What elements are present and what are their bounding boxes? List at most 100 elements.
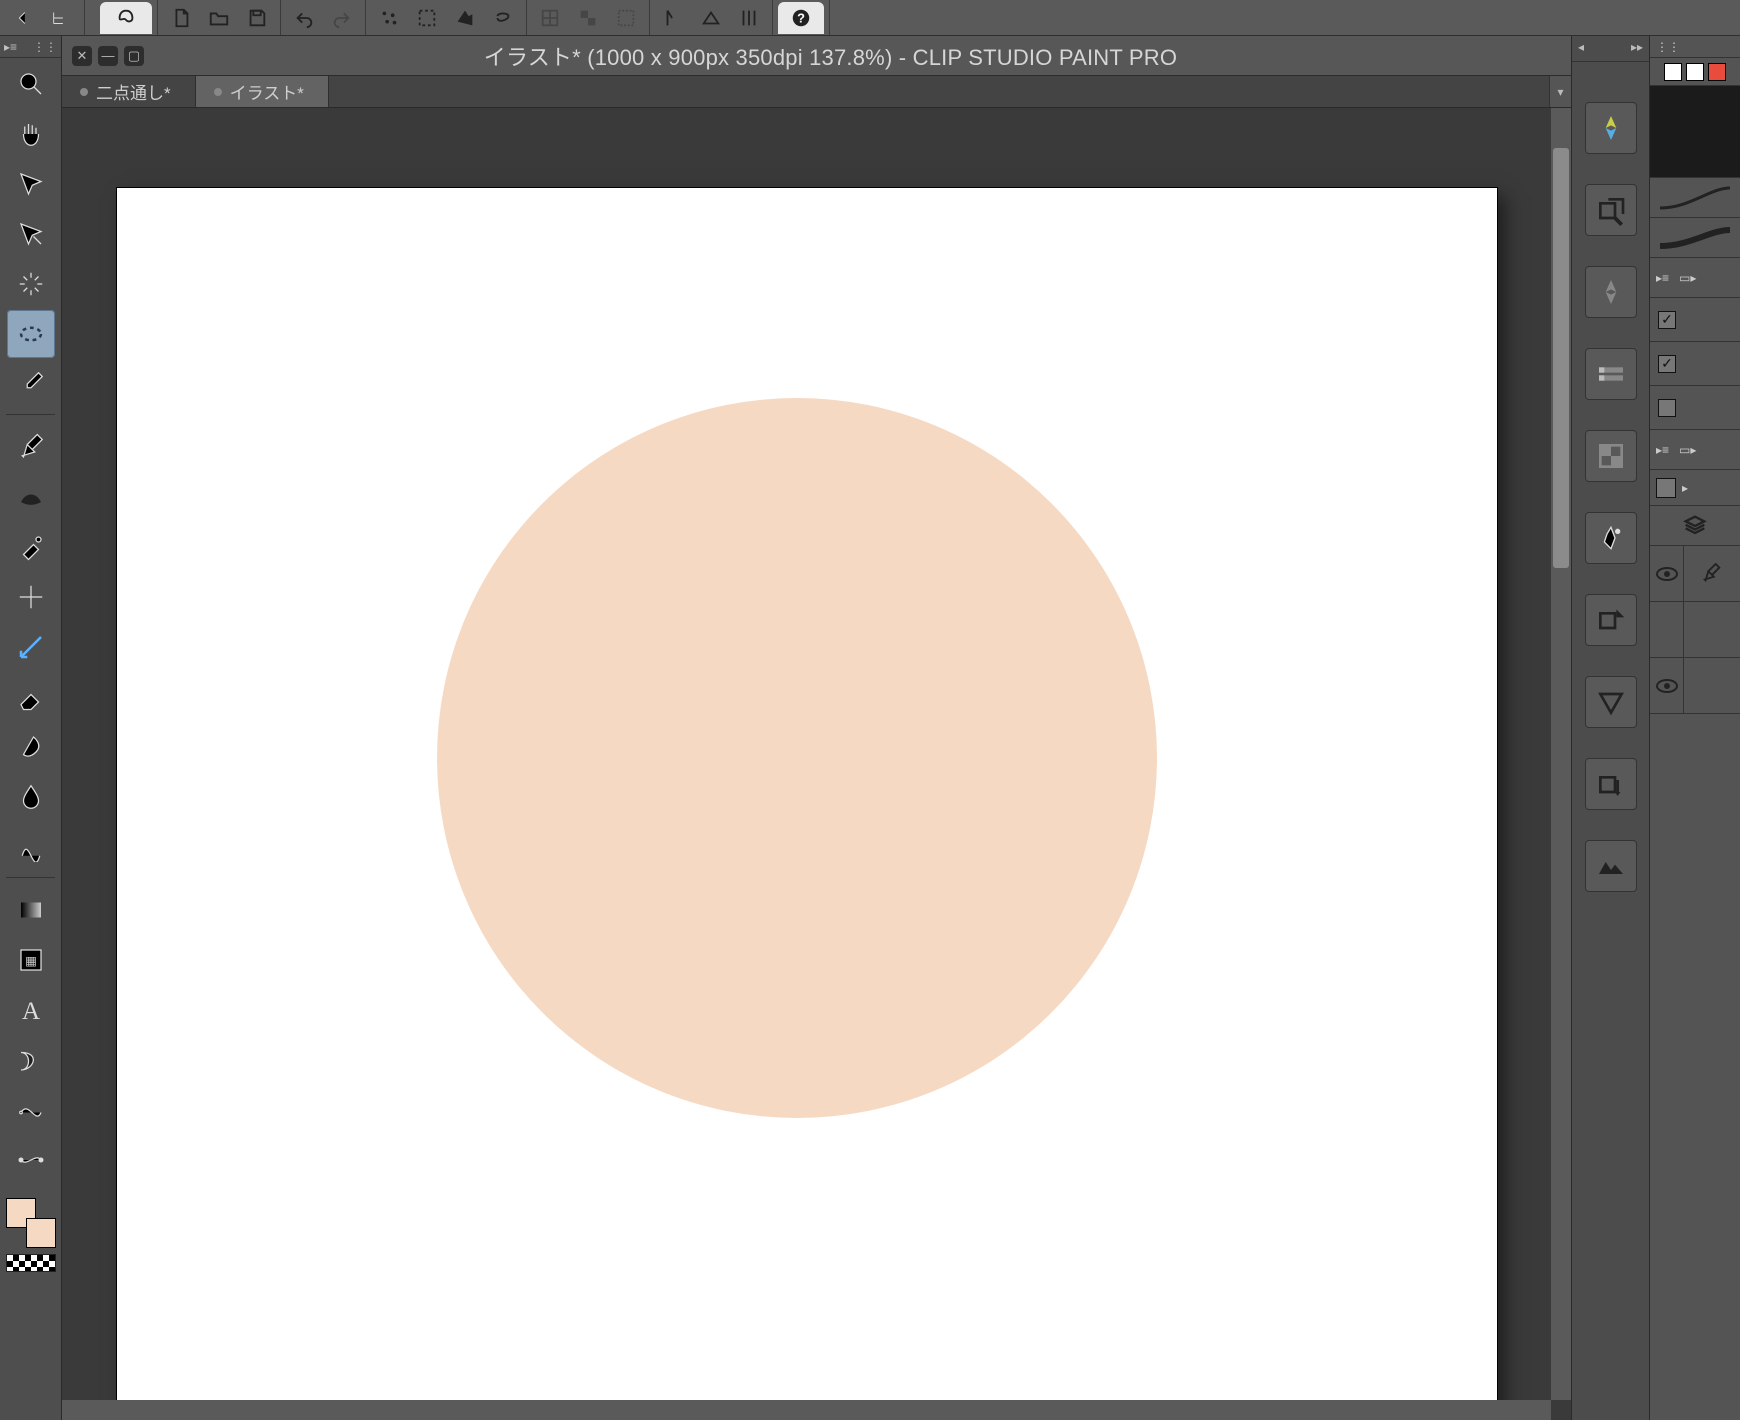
- brush-size-curve[interactable]: [1650, 178, 1740, 218]
- tool-pen[interactable]: [7, 423, 55, 471]
- canvas-viewport[interactable]: [62, 108, 1571, 1420]
- help-button[interactable]: ?: [778, 2, 824, 34]
- layer-row[interactable]: [1650, 546, 1740, 602]
- select-lasso-icon[interactable]: [485, 2, 521, 34]
- grid-icon[interactable]: [532, 2, 568, 34]
- panel-drag-icon[interactable]: ⋮⋮: [33, 40, 57, 54]
- item-bank-panel-button[interactable]: [1585, 266, 1637, 318]
- tool-move-layer[interactable]: [7, 210, 55, 258]
- tool-correct-line[interactable]: [7, 823, 55, 871]
- auto-action-panel-button[interactable]: [1585, 348, 1637, 400]
- vertical-scrollbar[interactable]: [1551, 108, 1571, 1400]
- tone-curve-panel-button[interactable]: [1585, 676, 1637, 728]
- history-panel-button[interactable]: [1585, 430, 1637, 482]
- tab-overflow-icon[interactable]: ▾: [1549, 76, 1571, 107]
- window-minimize-icon[interactable]: —: [98, 46, 118, 66]
- eye-icon[interactable]: [1656, 567, 1678, 581]
- layer-thumb-icon: [1656, 478, 1676, 498]
- tool-blend[interactable]: [7, 723, 55, 771]
- transparent-chip[interactable]: [6, 1254, 56, 1272]
- layer-header[interactable]: ▸: [1650, 470, 1740, 506]
- panel-menu-icon[interactable]: ▸≡ ▭▸: [1650, 258, 1740, 298]
- eye-icon[interactable]: [1656, 679, 1678, 693]
- open-file-button[interactable]: [201, 2, 237, 34]
- option-check-1[interactable]: ✓: [1650, 342, 1740, 386]
- snap-perspective-icon[interactable]: [693, 2, 729, 34]
- tool-airbrush[interactable]: [7, 523, 55, 571]
- redo-button[interactable]: [324, 2, 360, 34]
- tool-dot-saki[interactable]: [7, 1136, 55, 1184]
- expand-right-icon[interactable]: ▸▸: [1631, 40, 1643, 61]
- tool-gradient[interactable]: [7, 886, 55, 934]
- document-area: ✕ — ▢ イラスト* (1000 x 900px 350dpi 137.8%)…: [62, 36, 1571, 1420]
- svg-text:A: A: [21, 998, 39, 1025]
- collapse-right-icon[interactable]: ◂: [1578, 40, 1584, 61]
- snap-grid-icon[interactable]: [731, 2, 767, 34]
- tab-label: 二点通し*: [96, 79, 171, 104]
- color-chips[interactable]: [6, 1198, 56, 1248]
- tool-blur[interactable]: [7, 773, 55, 821]
- sub-view-panel-button[interactable]: [1585, 184, 1637, 236]
- right-shelf: ◂ ▸▸: [1571, 36, 1740, 1420]
- select-scatter-icon[interactable]: [371, 2, 407, 34]
- tool-operation[interactable]: [7, 160, 55, 208]
- canvas[interactable]: [117, 188, 1497, 1420]
- swatch-fg[interactable]: [1664, 63, 1682, 81]
- collapse-left-icon[interactable]: [5, 2, 41, 34]
- deselect-button[interactable]: [447, 2, 483, 34]
- tool-light-table[interactable]: [7, 260, 55, 308]
- tool-magnifier[interactable]: [7, 60, 55, 108]
- horizontal-scrollbar[interactable]: [62, 1400, 1551, 1420]
- tool-frame[interactable]: ▦: [7, 936, 55, 984]
- panel-menu-icon[interactable]: ▸≡: [4, 40, 17, 54]
- tool-eraser[interactable]: [7, 673, 55, 721]
- swatch-bg[interactable]: [1686, 63, 1704, 81]
- document-tab-1[interactable]: イラスト*: [196, 76, 329, 107]
- command-bar: ?: [0, 0, 1740, 36]
- animation-panel-button[interactable]: [1585, 758, 1637, 810]
- snap-ruler-icon[interactable]: [655, 2, 691, 34]
- save-file-button[interactable]: [239, 2, 275, 34]
- svg-text:▦: ▦: [25, 954, 37, 968]
- tool-hand[interactable]: [7, 110, 55, 158]
- panel-drag-icon[interactable]: ⋮⋮: [1656, 40, 1680, 54]
- undo-button[interactable]: [286, 2, 322, 34]
- background-color[interactable]: [26, 1218, 56, 1248]
- tool-sparkle[interactable]: [7, 573, 55, 621]
- panel-menu-icon[interactable]: ▸≡ ▭▸: [1650, 430, 1740, 470]
- tool-text[interactable]: A: [7, 986, 55, 1034]
- mask-view-icon[interactable]: [608, 2, 644, 34]
- layer-property-panel-button[interactable]: [1585, 594, 1637, 646]
- ellipse-shape: [437, 398, 1157, 1118]
- document-tab-0[interactable]: 二点通し*: [62, 76, 196, 107]
- swatch-active[interactable]: [1708, 63, 1726, 81]
- tool-curve[interactable]: [7, 1036, 55, 1084]
- material-3d-panel-button[interactable]: [1585, 512, 1637, 564]
- new-file-button[interactable]: [163, 2, 199, 34]
- layer-stack-icon[interactable]: [1650, 506, 1740, 546]
- window-close-icon[interactable]: ✕: [72, 46, 92, 66]
- checker-icon[interactable]: [570, 2, 606, 34]
- information-panel-button[interactable]: [1585, 840, 1637, 892]
- layer-row[interactable]: [1650, 658, 1740, 714]
- clip-studio-logo-icon[interactable]: [100, 2, 152, 34]
- navigator-panel-button[interactable]: [1585, 102, 1637, 154]
- tool-decoration[interactable]: [7, 473, 55, 521]
- collapse-left-more-icon[interactable]: [43, 2, 79, 34]
- panel-launcher-column: ◂ ▸▸: [1572, 36, 1650, 1420]
- select-rect-icon[interactable]: [409, 2, 445, 34]
- color-swatches[interactable]: [1650, 58, 1740, 86]
- tool-marquee-ellipse[interactable]: [7, 310, 55, 358]
- unsaved-dot-icon: [80, 88, 88, 96]
- layer-row[interactable]: [1650, 602, 1740, 658]
- tool-line-saki[interactable]: [7, 1086, 55, 1134]
- option-check-0[interactable]: ✓: [1650, 298, 1740, 342]
- option-check-2[interactable]: [1650, 386, 1740, 430]
- window-maximize-icon[interactable]: ▢: [124, 46, 144, 66]
- brush-opacity-curve[interactable]: [1650, 218, 1740, 258]
- scroll-thumb[interactable]: [1553, 148, 1569, 568]
- tool-ruler[interactable]: [7, 623, 55, 671]
- document-title: イラスト* (1000 x 900px 350dpi 137.8%) - CLI…: [150, 40, 1571, 72]
- layer-stepper-icon[interactable]: ▸: [1682, 481, 1688, 495]
- tool-eyedropper[interactable]: [7, 360, 55, 408]
